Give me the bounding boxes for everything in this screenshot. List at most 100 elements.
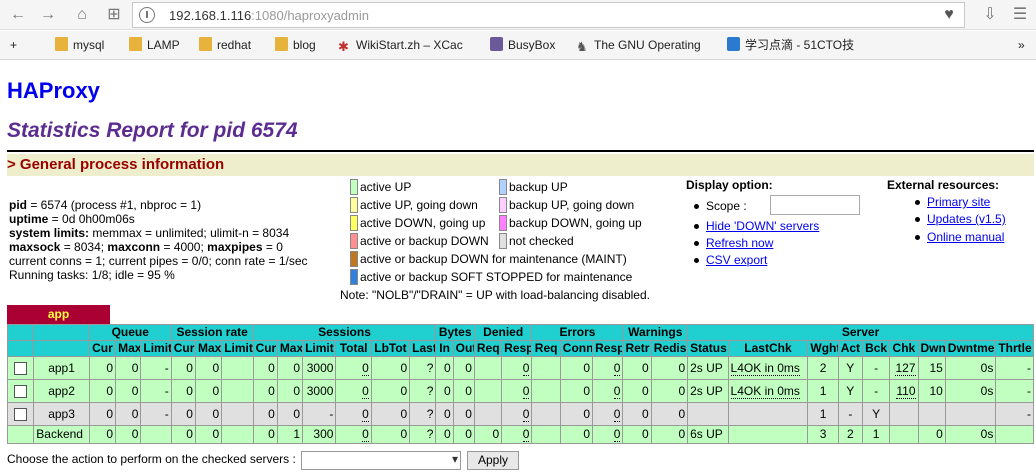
bookmark-lamp[interactable]: LAMP [129, 37, 180, 55]
stat-cell: 0 [435, 379, 454, 403]
server-checkbox[interactable] [14, 361, 28, 375]
column-header: Cur [252, 340, 278, 357]
primary-site-link[interactable]: Primary site [927, 195, 990, 209]
stat-cell [727, 402, 809, 426]
gnu-icon: ♞ [576, 39, 588, 54]
stat-cell: 0s [944, 356, 997, 380]
stat-cell: 0 [501, 356, 533, 380]
online-manual-link[interactable]: Online manual [927, 230, 1004, 244]
column-header: Cur [170, 340, 196, 357]
stat-cell: 0 [194, 379, 223, 403]
stat-cell: ? [409, 379, 437, 403]
column-header: Req [473, 340, 503, 357]
column-header: LbTot [370, 340, 411, 357]
stat-cell: - [140, 356, 172, 380]
column-header: Limit [302, 340, 337, 357]
server-checkbox[interactable] [14, 407, 28, 421]
home-icon[interactable]: ⌂ [72, 5, 92, 25]
bookmark-mysql[interactable]: mysql [55, 37, 104, 55]
stat-cell [687, 402, 729, 426]
stat-cell: 0 [622, 356, 652, 380]
bookmarks-overflow[interactable]: » [1018, 37, 1025, 55]
address-bar[interactable]: 192.168.1.116:1080/haproxyadmin ♥ [132, 2, 965, 28]
browser-toolbar: ← → ⌂ ⊞ 192.168.1.116:1080/haproxyadmin … [0, 0, 1036, 30]
stat-cell: 2 [807, 356, 839, 380]
bookmark-blog[interactable]: blog [275, 37, 316, 55]
stat-cell [889, 402, 919, 426]
hide-down-link[interactable]: Hide 'DOWN' servers [706, 219, 819, 233]
group-header-row: Queue Session rate Sessions Bytes Denied… [6, 324, 1034, 341]
back-icon[interactable]: ← [8, 5, 28, 25]
stat-cell: 0 [501, 402, 533, 426]
url-text: 192.168.1.116:1080/haproxyadmin [169, 8, 369, 23]
stat-cell: 0 [170, 379, 196, 403]
bookmark-heart-icon[interactable]: ♥ [940, 5, 958, 23]
stat-cell [221, 379, 254, 403]
column-header: Chk [889, 340, 919, 357]
column-header: Retr [622, 340, 652, 357]
server-name[interactable]: app3 [33, 402, 90, 426]
action-select[interactable] [301, 451, 461, 470]
stat-cell: 0 [276, 356, 304, 380]
column-header: Max [115, 340, 142, 357]
stat-cell [531, 379, 561, 403]
stat-cell: 0 [252, 356, 278, 380]
new-bookmark-plus[interactable]: + [10, 37, 17, 55]
stat-cell: 0 [473, 425, 503, 444]
scope-label: Scope : [706, 199, 747, 213]
server-row: app2 0 0-0 0 0 0 3000 0 0? 0 0 0 0 0 0 0 2s UP L4OK in 0m… [6, 379, 1034, 403]
forward-icon[interactable]: → [38, 5, 58, 25]
stat-cell: Y [837, 356, 863, 380]
stat-cell: 0 [335, 379, 372, 403]
server-name[interactable]: app2 [33, 379, 90, 403]
stat-cell [140, 425, 172, 444]
bookmark-51cto[interactable]: 学习点滴 - 51CTO技 [727, 37, 854, 55]
stat-cell: 1 [807, 379, 839, 403]
process-info: pid = 6574 (process #1, nbproc = 1) upti… [9, 198, 308, 282]
refresh-now-link[interactable]: Refresh now [706, 236, 773, 250]
server-row: app1 0 0-0 0 0 0 3000 0 0? 0 0 0 0 0 0 0 2s UP L4OK in 0m… [6, 356, 1034, 380]
stat-cell [531, 425, 561, 444]
bookmark-gnu[interactable]: ♞ The GNU Operating [576, 37, 701, 55]
server-name[interactable]: app1 [33, 356, 90, 380]
stat-cell: 3000 [302, 379, 337, 403]
info-icon[interactable] [139, 7, 155, 23]
stat-cell: 0 [622, 425, 652, 444]
updates-link[interactable]: Updates (v1.5) [927, 212, 1006, 226]
bookmark-redhat[interactable]: redhat [199, 37, 251, 55]
bookmark-busybox[interactable]: BusyBox [490, 37, 555, 55]
stat-cell: 0 [276, 402, 304, 426]
legend-note: Note: "NOLB"/"DRAIN" = UP with load-bala… [340, 288, 650, 302]
stat-cell: 0 [194, 402, 223, 426]
column-header: Wght [807, 340, 839, 357]
scope-input[interactable] [770, 195, 860, 215]
proxy-title[interactable]: app [7, 305, 110, 324]
download-icon[interactable]: ⇩ [980, 5, 1000, 25]
apply-button[interactable]: Apply [467, 451, 519, 470]
stat-cell: 0 [559, 379, 594, 403]
stat-cell: 0 [115, 379, 142, 403]
column-header: Thrtle [995, 340, 1034, 357]
column-header: Limit [221, 340, 254, 357]
group-queue: Queue [88, 324, 172, 341]
stat-cell: 0 [650, 379, 689, 403]
stat-cell [917, 402, 946, 426]
apps-grid-icon[interactable]: ⊞ [104, 5, 124, 25]
divider [7, 150, 1034, 152]
stat-cell: 0 [435, 402, 454, 426]
stat-cell: 0 [115, 402, 142, 426]
stat-cell: - [140, 379, 172, 403]
column-header: In [435, 340, 454, 357]
server-name[interactable]: Backend [33, 425, 90, 444]
server-checkbox[interactable] [14, 384, 28, 398]
stat-cell: 0 [452, 379, 475, 403]
stat-cell: 0 [276, 379, 304, 403]
stat-cell: 0 [370, 356, 411, 380]
stat-cell: 0 [335, 402, 372, 426]
csv-export-link[interactable]: CSV export [706, 253, 767, 267]
menu-icon[interactable]: ☰ [1010, 5, 1030, 25]
stat-cell [727, 425, 809, 444]
bookmark-wikistart[interactable]: ✱ WikiStart.zh – XCac [338, 37, 463, 55]
stat-cell: 0 [452, 402, 475, 426]
stat-cell: 0 [622, 402, 652, 426]
